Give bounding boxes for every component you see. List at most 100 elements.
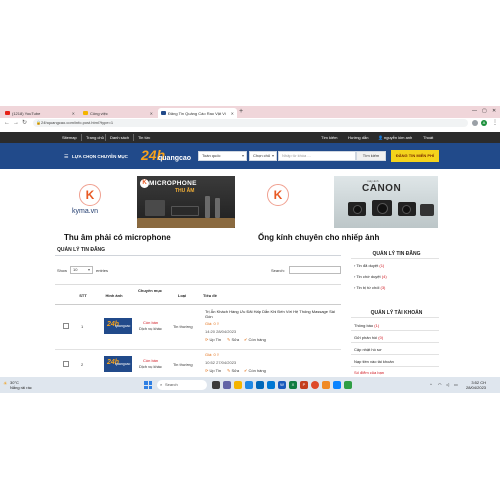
- kebab-menu-icon[interactable]: ⋮: [492, 119, 498, 127]
- word-icon[interactable]: W: [278, 381, 286, 389]
- extensions-icon[interactable]: [472, 120, 478, 126]
- file-explorer-icon[interactable]: [234, 381, 242, 389]
- up-tin-button[interactable]: ⟳ Up Tin: [205, 337, 221, 342]
- site-logo[interactable]: 24h quangcao: [141, 148, 191, 164]
- maximize-icon[interactable]: ▢: [482, 108, 487, 114]
- category-select[interactable]: Chọn chủ ▾: [249, 151, 277, 161]
- table-header: STT Hình ảnh Chuyên mục Loại Tiêu đề: [55, 284, 341, 305]
- app-icon[interactable]: [322, 381, 330, 389]
- reload-icon[interactable]: ↻: [22, 119, 27, 127]
- entries-per-page-select[interactable]: 10 ▾: [70, 266, 93, 274]
- store-icon[interactable]: [256, 381, 264, 389]
- app-icon[interactable]: [344, 381, 352, 389]
- profile-avatar[interactable]: A: [481, 120, 487, 126]
- row-title-link[interactable]: Trị Ấn Khách Hàng Ưu Đãi Hấp Dẫn Khi Đến…: [205, 309, 337, 319]
- in-stock-button[interactable]: ✔ Còn hàng: [244, 337, 266, 342]
- sidebar-item-pending[interactable]: › Tin chờ duyệt (4): [354, 274, 387, 279]
- post-free-button[interactable]: ĐĂNG TIN MIỄN PHÍ: [391, 150, 439, 162]
- address-bar[interactable]: 🔒 24hquangcao.com/info.post.html?type=1: [33, 119, 468, 127]
- chat-icon[interactable]: [223, 381, 231, 389]
- col-category[interactable]: Chuyên mục: [137, 288, 163, 293]
- category-menu-label[interactable]: LỰA CHỌN CHUYÊN MỤC: [72, 154, 128, 159]
- sidebar-item-top-up[interactable]: Nạp tiền vào tài khoản: [354, 359, 394, 364]
- col-stt[interactable]: STT: [75, 293, 91, 298]
- edit-button[interactable]: ✎ Sửa: [227, 368, 239, 373]
- keyword-input[interactable]: Nhập từ khóa ...: [278, 151, 356, 161]
- table-search-input[interactable]: [289, 266, 341, 274]
- close-tab-icon[interactable]: ✕: [72, 111, 75, 116]
- col-type[interactable]: Loại: [171, 293, 193, 298]
- taskbar-clock[interactable]: 3:52 CH 28/04/2023: [466, 380, 486, 390]
- powerpoint-icon[interactable]: P: [300, 381, 308, 389]
- row-checkbox[interactable]: [63, 361, 69, 367]
- thumb-word: quangcao: [115, 362, 131, 366]
- kyma-badge-icon: K: [140, 179, 149, 188]
- topbar-link-search[interactable]: Tìm kiếm: [321, 135, 337, 140]
- region-select[interactable]: Toàn quốc ▾: [198, 151, 247, 161]
- forward-icon[interactable]: →: [13, 119, 19, 127]
- new-tab-button[interactable]: +: [239, 108, 243, 116]
- topbar-link-home[interactable]: Trang chủ: [86, 135, 104, 140]
- banner-camera-caption[interactable]: Ống kính chuyên cho nhiếp ảnh: [258, 233, 379, 242]
- topbar-link-guide[interactable]: Hướng dẫn: [348, 135, 368, 140]
- wifi-icon[interactable]: ◠: [438, 382, 442, 387]
- chevron-up-icon[interactable]: ^: [430, 382, 432, 387]
- mail-icon[interactable]: [267, 381, 275, 389]
- search-button[interactable]: Tìm kiếm: [356, 151, 386, 161]
- hamburger-icon[interactable]: ☰: [64, 154, 68, 160]
- mic-photo-title: MICROPHONE: [149, 180, 197, 187]
- sidebar-item-feedback[interactable]: Gửi phản hồi (0): [354, 335, 383, 340]
- zalo-icon[interactable]: [333, 381, 341, 389]
- taskbar-search-label: Search: [165, 382, 178, 387]
- tab-youtube[interactable]: (1218) YouTube ✕: [2, 108, 78, 118]
- sidebar-item-update-profile[interactable]: Cập nhật hồ sơ: [354, 347, 382, 352]
- sidebar-item-rejected[interactable]: › Tin bị từ chối (3): [354, 285, 385, 290]
- minimize-icon[interactable]: —: [472, 108, 477, 114]
- entries-per-page-value: 10: [73, 267, 78, 272]
- banner-microphone[interactable]: K kyma.vn K MICROPHONE THU ÂM: [55, 176, 235, 231]
- excel-icon[interactable]: X: [289, 381, 297, 389]
- battery-icon[interactable]: ▭: [454, 382, 458, 387]
- topbar-link-sitemap[interactable]: Sitemap: [62, 135, 77, 140]
- row-checkbox[interactable]: [63, 323, 69, 329]
- tab-label: Công việc: [90, 110, 108, 116]
- topbar-link-user[interactable]: nguyễn kim anh: [384, 135, 412, 140]
- taskview-icon[interactable]: [212, 381, 220, 389]
- back-icon[interactable]: ←: [4, 119, 10, 127]
- chevron-down-icon: ▾: [241, 153, 244, 158]
- sidebar-item-points[interactable]: Số điểm của bạn: [354, 370, 384, 375]
- topbar-link-news[interactable]: Tin tức: [138, 135, 150, 140]
- banner-camera[interactable]: K máy ảnh CANON: [249, 176, 439, 231]
- taskbar-search[interactable]: ⌕ Search: [157, 380, 207, 390]
- tab-work[interactable]: Công việc ✕: [80, 108, 156, 118]
- chrome-icon[interactable]: [311, 381, 319, 389]
- windows-start-icon[interactable]: [144, 381, 152, 389]
- close-tab-icon[interactable]: ✕: [231, 111, 234, 116]
- sidebar-item-approved[interactable]: › Tin đã duyệt (1): [354, 263, 384, 268]
- row-date: 14:20 28/04/2023: [205, 329, 237, 334]
- close-window-icon[interactable]: ✕: [492, 108, 496, 114]
- sidebar-item-notifications[interactable]: Thông báo (1): [354, 323, 379, 328]
- in-stock-button[interactable]: ✔ Còn hàng: [244, 368, 266, 373]
- up-tin-label: Up Tin: [209, 368, 222, 373]
- row-thumbnail[interactable]: 24h quangcao: [104, 356, 132, 372]
- col-image[interactable]: Hình ảnh: [100, 293, 128, 298]
- edit-button[interactable]: ✎ Sửa: [227, 337, 239, 342]
- row-type: Tin thường: [173, 324, 193, 329]
- row-type: Tin thường: [173, 362, 193, 367]
- up-tin-button[interactable]: ⟳ Up Tin: [205, 368, 221, 373]
- banner-microphone-caption[interactable]: Thu âm phải có microphone: [64, 233, 171, 242]
- row-thumbnail[interactable]: 24h quangcao: [104, 318, 132, 334]
- tab-active-page[interactable]: Đăng Tin Quảng Cáo Rao Vặt Vi ✕: [158, 108, 237, 118]
- weather-widget[interactable]: 30°C Nắng rải rác: [10, 380, 32, 390]
- edge-icon[interactable]: [245, 381, 253, 389]
- row-status: Còn bán: [143, 320, 159, 325]
- sidebar-item-label: Tin đã duyệt: [356, 263, 379, 268]
- topbar-link-logout[interactable]: Thoát: [423, 135, 433, 140]
- sidebar-item-label: Thông báo: [354, 323, 374, 328]
- close-tab-icon[interactable]: ✕: [150, 111, 153, 116]
- col-title[interactable]: Tiêu đề: [203, 293, 223, 298]
- pencil-icon: ✎: [227, 337, 231, 342]
- topbar-link-list[interactable]: Danh sách: [110, 135, 129, 140]
- speaker-icon[interactable]: ◁: [446, 382, 449, 387]
